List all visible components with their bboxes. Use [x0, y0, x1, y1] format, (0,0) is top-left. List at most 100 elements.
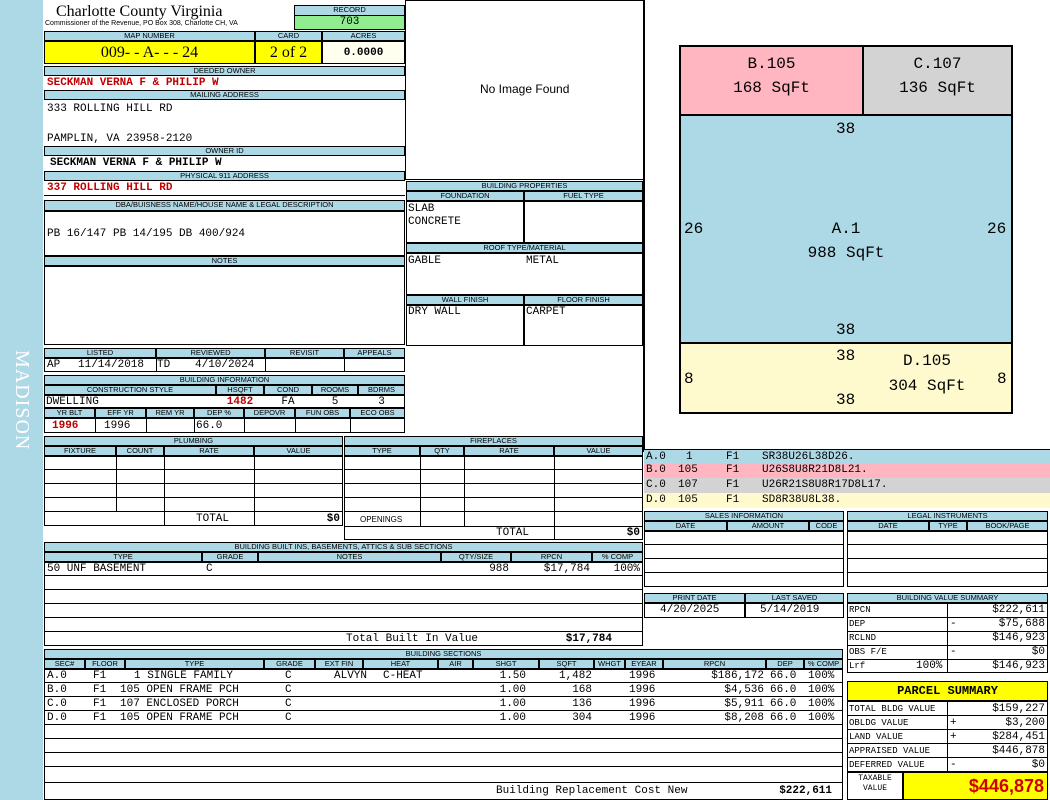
rpcn-label: RPCN: [849, 605, 871, 615]
record-label: RECORD: [294, 5, 405, 16]
taxable-value: $446,878: [903, 772, 1048, 800]
floor-finish-label: FLOOR FINISH: [524, 295, 643, 305]
county-subtitle: Commissioner of the Revenue, PO Box 308,…: [45, 20, 238, 27]
col-comp: % COMP: [804, 659, 843, 669]
last-saved-label: LAST SAVED: [745, 593, 844, 603]
lrf-percent: 100%: [916, 660, 943, 672]
construction-style-label: CONSTRUCTION STYLE: [44, 385, 216, 395]
col-grade: GRADE: [264, 659, 315, 669]
lrf-label: Lrf: [849, 661, 866, 671]
district-label: MADISON: [11, 349, 33, 451]
builtin-row-comp: 100%: [613, 563, 640, 575]
appraised-value: $446,878: [992, 745, 1045, 757]
floor-finish: CARPET: [526, 306, 566, 318]
owner-id-label: OWNER ID: [44, 146, 405, 156]
total-bldg-label: TOTAL BLDG VALUE: [849, 704, 936, 714]
taxable-label-2: VALUE: [862, 784, 887, 793]
fireplace-type-label: TYPE: [344, 446, 420, 456]
instrument-date-label: DATE: [847, 521, 929, 531]
sales-label: SALES INFORMATION: [644, 511, 844, 521]
eff-yr-value: 1996: [104, 420, 131, 432]
print-date-label: PRINT DATE: [644, 593, 745, 603]
instrument-type-label: TYPE: [929, 521, 967, 531]
obldg-label: OBLDG VALUE: [849, 718, 909, 728]
fireplace-value-label: VALUE: [554, 446, 643, 456]
dep-label: DEP %: [194, 408, 244, 418]
deferred-sign: -: [950, 759, 957, 771]
taxable-label-1: TAXABLE: [858, 774, 892, 783]
plumbing-total-label: TOTAL: [196, 513, 230, 525]
builtins-label: BUILDING BUILT INS, BASEMENTS, ATTICS & …: [44, 542, 643, 552]
count-label: COUNT: [116, 446, 164, 456]
rooms-value: 5: [331, 396, 339, 408]
dep-summary-label: DEP: [849, 619, 866, 629]
col-eyear: EYEAR: [625, 659, 663, 669]
total-bldg-value: $159,227: [992, 703, 1045, 715]
county-title: Charlotte County Virginia: [56, 3, 223, 20]
builtin-row-grade: C: [206, 563, 213, 575]
sales-amount-label: AMOUNT: [727, 521, 809, 531]
obs-sign: -: [950, 646, 957, 658]
mailing-line1: 333 ROLLING HILL RD: [47, 103, 173, 115]
yr-blt-label: YR BLT: [44, 408, 95, 418]
lrf-value: $146,923: [992, 660, 1045, 672]
builtin-row-qty: 988: [489, 563, 509, 575]
depovr-label: DEPOVR: [244, 408, 295, 418]
dim-a-top: 38: [836, 120, 856, 138]
area-a-code: A.1: [831, 220, 861, 238]
sketch-code-row: C.0 107 F1 U26R21S8U8R17D8L17.: [644, 478, 1050, 493]
fireplaces-label: FIREPLACES: [344, 436, 643, 446]
print-date: 4/20/2025: [660, 604, 720, 616]
no-image-text: No Image Found: [480, 82, 570, 96]
obldg-sign: +: [950, 717, 957, 729]
col-dep: DEP: [766, 659, 804, 669]
building-sections-label: BUILDING SECTIONS: [44, 649, 843, 659]
record-value: 703: [294, 16, 405, 30]
foundation-value-2: CONCRETE: [408, 216, 461, 228]
acres-label: ACRES: [322, 31, 405, 41]
map-number: 009- - A- - - 24: [44, 41, 255, 64]
legal-instruments-label: LEGAL INSTRUMENTS: [847, 511, 1048, 521]
obs-value: $0: [1031, 646, 1045, 658]
card-label: CARD: [255, 31, 322, 41]
parcel-summary-title: PARCEL SUMMARY: [847, 681, 1048, 701]
roof-material: METAL: [526, 255, 560, 267]
area-d-code: D.105: [902, 352, 951, 370]
builtin-row-rpcn: $17,784: [543, 563, 590, 575]
sales-date-label: DATE: [644, 521, 727, 531]
dim-a-bottom: 38: [836, 321, 856, 339]
openings-label: OPENINGS: [360, 515, 403, 524]
bdrms-label: BDRMS: [358, 385, 405, 395]
area-c-sqft: 136 SqFt: [899, 79, 976, 97]
builtin-row-type: 50 UNF BASEMENT: [47, 563, 147, 575]
mailing-label: MAILING ADDRESS: [44, 90, 405, 100]
value-summary-label: BUILDING VALUE SUMMARY: [847, 593, 1048, 603]
col-whgt: WHGT: [594, 659, 625, 669]
dep-sign: -: [950, 618, 957, 630]
roof-label: ROOF TYPE/MATERIAL: [406, 243, 643, 253]
notes-box: [44, 266, 405, 345]
dim-a-right: 26: [987, 220, 1007, 238]
obldg-value: $3,200: [1005, 717, 1045, 729]
reviewed-label: REVIEWED: [156, 348, 265, 358]
rclnd-label: RCLND: [849, 633, 877, 643]
fireplace-total: $0: [626, 527, 640, 539]
area-c-code: C.107: [913, 55, 962, 73]
replacement-cost-value: $222,611: [779, 785, 832, 797]
builtin-total: $17,784: [565, 633, 612, 645]
sketch-code-row: D.0 105 F1 SD8R38U8L38.: [644, 493, 1050, 508]
physical-label: PHYSICAL 911 ADDRESS: [44, 171, 405, 181]
builtin-rpcn-label: RPCN: [511, 552, 592, 562]
fun-obs-label: FUN OBS: [295, 408, 350, 418]
replacement-cost-label: Building Replacement Cost New: [496, 785, 688, 797]
wall-finish-label: WALL FINISH: [406, 295, 524, 305]
dim-d-left: 8: [684, 370, 694, 388]
builtin-qty-label: QTY/SIZE: [441, 552, 511, 562]
plumbing-rate-label: RATE: [164, 446, 254, 456]
plumbing-value-label: VALUE: [254, 446, 343, 456]
foundation-label: FOUNDATION: [406, 191, 524, 201]
wall-finish: DRY WALL: [408, 306, 461, 318]
eff-yr-label: EFF YR: [95, 408, 146, 418]
dep-summary-value: $75,688: [998, 618, 1045, 630]
rem-yr-label: REM YR: [146, 408, 194, 418]
